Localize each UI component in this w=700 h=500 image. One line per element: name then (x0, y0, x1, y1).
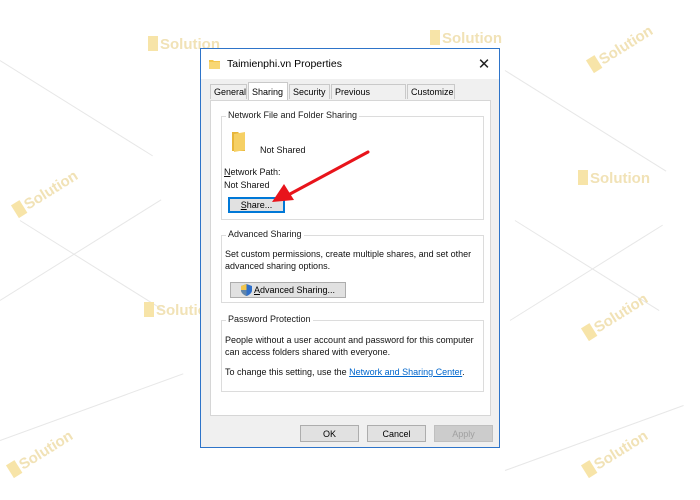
network-sharing-center-link[interactable]: Network and Sharing Center (349, 367, 462, 377)
tab-sharing[interactable]: Sharing (248, 82, 288, 100)
watermark-text: Solution (580, 427, 651, 480)
sharing-panel: Network File and Folder Sharing Not Shar… (210, 100, 491, 416)
title-bar[interactable]: Taimienphi.vn Properties ✕ (201, 49, 499, 79)
watermark-text: Solution (430, 30, 502, 47)
share-button[interactable]: Share... (228, 197, 285, 213)
advanced-sharing-title: Advanced Sharing (226, 229, 304, 239)
advanced-sharing-desc-line2: advanced sharing options. (225, 261, 331, 271)
watermark-line (514, 220, 660, 312)
watermark-line (0, 373, 184, 441)
network-path-value: Not Shared (224, 180, 270, 190)
advanced-sharing-desc-line1: Set custom permissions, create multiple … (225, 249, 472, 259)
dialog-title: Taimienphi.vn Properties (227, 58, 342, 70)
folder-share-status: Not Shared (260, 145, 306, 155)
cancel-button[interactable]: Cancel (367, 425, 426, 442)
watermark-line (0, 60, 153, 157)
tab-customize[interactable]: Customize (407, 84, 455, 99)
network-sharing-title: Network File and Folder Sharing (226, 110, 360, 120)
watermark-line (0, 199, 162, 301)
change-setting-text: To change this setting, use the Network … (225, 367, 465, 377)
properties-dialog: Taimienphi.vn Properties ✕ General Shari… (200, 48, 500, 448)
watermark-line (504, 405, 684, 471)
close-button[interactable]: ✕ (469, 49, 499, 79)
password-protection-desc-line2: can access folders shared with everyone. (225, 347, 391, 357)
network-sharing-group: Network File and Folder Sharing Not Shar… (221, 110, 484, 220)
advanced-sharing-button[interactable]: Advanced Sharing... (230, 282, 346, 298)
watermark-text: Solution (10, 167, 81, 220)
watermark-line (504, 70, 667, 172)
apply-button[interactable]: Apply (434, 425, 493, 442)
watermark-line (19, 220, 165, 312)
close-icon: ✕ (477, 56, 491, 73)
tab-general[interactable]: General (210, 84, 247, 99)
tab-security[interactable]: Security (289, 84, 330, 99)
uac-shield-icon (240, 284, 252, 296)
watermark-text: Solution (580, 290, 651, 343)
watermark-text: Solution (5, 427, 76, 480)
tab-previous-versions[interactable]: Previous Versions (331, 84, 406, 112)
password-protection-title: Password Protection (226, 314, 313, 324)
password-protection-group: Password Protection People without a use… (221, 314, 484, 392)
watermark-line (509, 224, 663, 321)
folder-icon (209, 60, 220, 69)
network-path-label: Network Path: (224, 167, 281, 177)
shared-folder-icon (232, 132, 245, 152)
watermark-text: Solution (585, 22, 656, 75)
password-protection-desc-line1: People without a user account and passwo… (225, 335, 474, 345)
watermark-text: Solution (578, 170, 650, 187)
advanced-sharing-group: Advanced Sharing Set custom permissions,… (221, 229, 484, 303)
ok-button[interactable]: OK (300, 425, 359, 442)
